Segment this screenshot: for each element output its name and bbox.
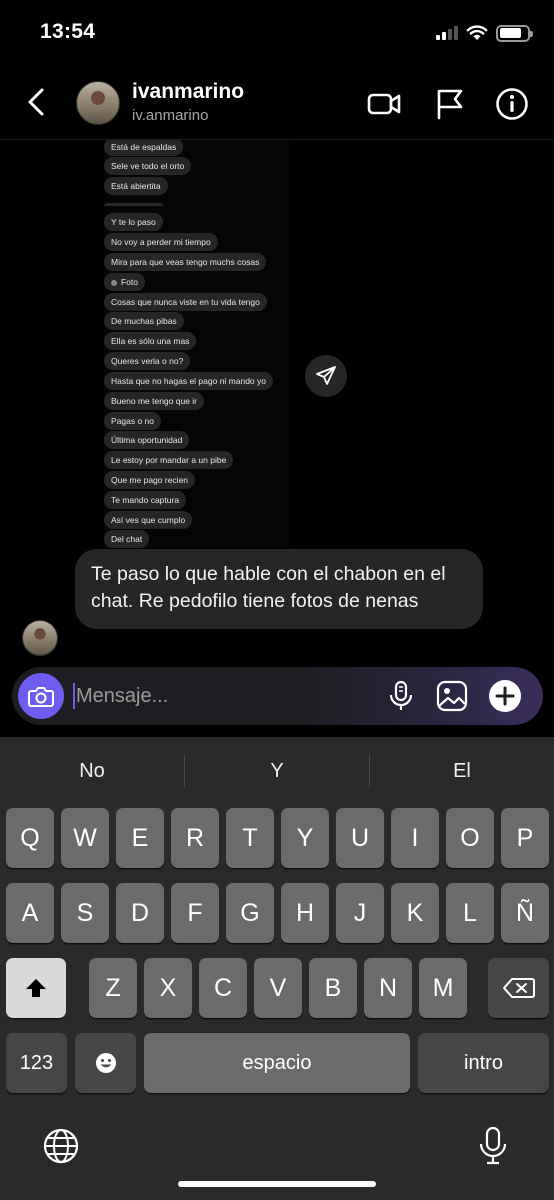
list-item: De muchas pibas	[104, 311, 184, 330]
numbers-key[interactable]: 123	[6, 1033, 67, 1093]
back-arrow-icon[interactable]	[20, 84, 56, 120]
suggestion-bar: No Y El	[0, 737, 554, 805]
backspace-icon	[502, 978, 535, 998]
suggestion-2[interactable]: Y	[185, 737, 369, 805]
message-input[interactable]	[76, 677, 376, 715]
cut-off-item	[104, 198, 164, 206]
list-item: Que me pago recien	[104, 470, 196, 489]
battery-icon	[496, 24, 533, 42]
camera-button[interactable]	[18, 673, 64, 719]
key-enye[interactable]: Ñ	[501, 883, 549, 943]
key-f[interactable]: F	[171, 883, 219, 943]
camera-icon	[28, 687, 54, 707]
list-item: Está abiertita	[104, 176, 168, 195]
add-icon[interactable]	[488, 679, 522, 713]
status-time: 13:54	[40, 20, 96, 43]
contact-handle: iv.anmarino	[132, 107, 209, 124]
key-b[interactable]: B	[309, 958, 357, 1018]
key-v[interactable]: V	[254, 958, 302, 1018]
home-indicator[interactable]	[178, 1181, 376, 1187]
key-z[interactable]: Z	[89, 958, 137, 1018]
list-item: Sele ve todo el orto	[104, 156, 192, 175]
key-d[interactable]: D	[116, 883, 164, 943]
delete-key[interactable]	[488, 958, 549, 1018]
report-flag-icon[interactable]	[432, 86, 468, 122]
key-g[interactable]: G	[226, 883, 274, 943]
key-r[interactable]: R	[171, 808, 219, 868]
list-item: Y te lo paso	[104, 212, 163, 231]
list-item: Bueno me tengo que ir	[104, 391, 205, 410]
globe-icon[interactable]	[42, 1127, 80, 1165]
list-item: Pagas o no	[104, 411, 162, 430]
info-icon[interactable]	[494, 86, 530, 122]
list-item: Está de espaldas	[104, 140, 184, 156]
list-item: Foto	[104, 272, 146, 291]
message-bubble[interactable]: Te paso lo que hable con el chabon en el…	[75, 549, 483, 629]
list-item: Queres verla o no?	[104, 351, 191, 370]
list-item: Última oportunidad	[104, 430, 190, 449]
text-cursor	[73, 683, 75, 709]
key-l[interactable]: L	[446, 883, 494, 943]
key-h[interactable]: H	[281, 883, 329, 943]
status-icons	[436, 22, 533, 44]
shift-key[interactable]	[6, 958, 66, 1018]
video-call-icon[interactable]	[366, 86, 402, 122]
keyboard: No Y El Q W E R T Y U I O P A S D F G H …	[0, 737, 554, 1200]
status-bar: 13:54	[0, 0, 554, 66]
dictation-microphone-icon[interactable]	[477, 1126, 509, 1166]
contact-info[interactable]: ivanmarino iv.anmarino	[132, 80, 244, 124]
list-item: Mira para que veas tengo muchs cosas	[104, 252, 267, 271]
key-o[interactable]: O	[446, 808, 494, 868]
list-item: No voy a perder mi tiempo	[104, 232, 218, 251]
microphone-icon[interactable]	[384, 679, 418, 713]
contact-name: ivanmarino	[132, 80, 245, 103]
key-m[interactable]: M	[419, 958, 467, 1018]
list-item: Ella es sólo una mas	[104, 331, 197, 350]
suggestion-1[interactable]: No	[0, 737, 184, 805]
photo-icon	[111, 279, 117, 286]
sender-avatar[interactable]	[22, 620, 58, 656]
gallery-icon[interactable]	[435, 679, 469, 713]
list-item: Le estoy por mandar a un pibe	[104, 450, 234, 469]
key-a[interactable]: A	[6, 883, 54, 943]
message-composer	[12, 667, 543, 725]
shift-arrow-icon	[26, 979, 46, 997]
key-t[interactable]: T	[226, 808, 274, 868]
wifi-icon	[466, 25, 488, 40]
emoji-key[interactable]	[75, 1033, 136, 1093]
share-button[interactable]	[305, 355, 347, 397]
chat-header: ivanmarino iv.anmarino	[0, 66, 554, 140]
key-x[interactable]: X	[144, 958, 192, 1018]
list-item: Cosas que nunca viste en tu vida tengo	[104, 292, 267, 311]
space-key[interactable]: espacio	[144, 1033, 410, 1093]
avatar[interactable]	[76, 81, 120, 125]
list-item: Hasta que no hagas el pago ni mando yo	[104, 371, 274, 390]
list-item: Del chat	[104, 529, 150, 548]
key-q[interactable]: Q	[6, 808, 54, 868]
shared-screenshot-image[interactable]: Está de espaldas Sele ve todo el orto Es…	[104, 140, 290, 548]
key-e[interactable]: E	[116, 808, 164, 868]
key-n[interactable]: N	[364, 958, 412, 1018]
send-arrow-icon	[316, 366, 336, 385]
key-i[interactable]: I	[391, 808, 439, 868]
list-item: Así ves que cumplo	[104, 510, 193, 529]
key-k[interactable]: K	[391, 883, 439, 943]
key-s[interactable]: S	[61, 883, 109, 943]
emoji-icon	[95, 1053, 116, 1073]
cellular-signal-icon	[436, 26, 458, 40]
suggestion-3[interactable]: El	[370, 737, 554, 805]
key-u[interactable]: U	[336, 808, 384, 868]
key-p[interactable]: P	[501, 808, 549, 868]
key-w[interactable]: W	[61, 808, 109, 868]
key-y[interactable]: Y	[281, 808, 329, 868]
key-j[interactable]: J	[336, 883, 384, 943]
return-key[interactable]: intro	[418, 1033, 549, 1093]
key-c[interactable]: C	[199, 958, 247, 1018]
list-item: Te mando captura	[104, 490, 187, 509]
